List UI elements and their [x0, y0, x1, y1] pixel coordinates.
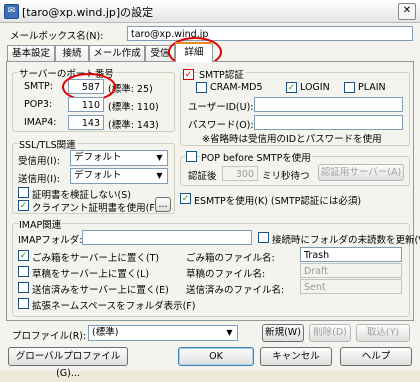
cancel-button[interactable]: キャンセル: [260, 347, 332, 366]
chevron-down-icon: ▼: [226, 328, 233, 337]
imap4-port-default: (標準: 143): [108, 120, 159, 131]
pop-before-title: POP before SMTPを使用: [200, 150, 312, 164]
global-profile-button[interactable]: グローバルプロファイル(G)...: [8, 347, 128, 379]
profile-value: (標準): [92, 327, 119, 338]
login-label: LOGIN: [300, 82, 330, 93]
unread-on-connect-checkbox[interactable]: [258, 232, 269, 243]
pop3-port-input[interactable]: 110: [68, 97, 104, 112]
sent-file-input[interactable]: Sent: [300, 279, 402, 294]
ssl-send-select[interactable]: デフォルト ▼: [70, 168, 168, 184]
tab-advanced[interactable]: 詳細: [175, 42, 213, 62]
settings-window: ✉ [taro@xp.wind.jp]の設定 ✕ メールボックス名(N): ta…: [0, 0, 420, 379]
plain-label: PLAIN: [358, 82, 386, 93]
smtp-port-label: SMTP:: [24, 81, 53, 92]
login-checkbox[interactable]: ✓: [286, 82, 297, 93]
ssl-group-title: SSL/TLS関連: [18, 137, 77, 151]
drafts-on-server-checkbox[interactable]: [18, 266, 29, 277]
close-button[interactable]: ✕: [398, 3, 416, 20]
verify-cert-checkbox[interactable]: [18, 187, 29, 198]
ssl-receive-select[interactable]: デフォルト ▼: [70, 150, 168, 166]
trash-file-input[interactable]: Trash: [300, 247, 402, 262]
chevron-down-icon: ▼: [156, 153, 163, 162]
ms-wait-input[interactable]: 300: [222, 166, 258, 181]
profile-select[interactable]: (標準) ▼: [88, 325, 238, 341]
cram-md5-label: CRAM-MD5: [210, 82, 263, 93]
esmtp-checkbox[interactable]: ✓: [180, 193, 191, 204]
client-cert-browse-button[interactable]: ...: [155, 197, 171, 212]
client-cert-label: クライアント証明書を使用(F): [32, 203, 159, 214]
auth-server-button[interactable]: 認証用サーバー(A): [318, 164, 404, 181]
cram-md5-checkbox[interactable]: [196, 82, 207, 93]
ssl-send-label: 送信用(I):: [18, 174, 60, 185]
password-label: パスワード(O):: [188, 120, 254, 131]
auth-after-label: 認証後: [188, 171, 217, 182]
tab-connection[interactable]: 接続: [55, 45, 89, 61]
app-icon: ✉: [4, 4, 19, 19]
smtp-port-default: (標準: 25): [108, 84, 153, 95]
pop3-port-label: POP3:: [24, 99, 53, 110]
client-cert-checkbox[interactable]: ✓: [18, 200, 29, 211]
tab-compose[interactable]: メール作成: [89, 45, 145, 61]
smtp-auth-checkbox[interactable]: ✓: [183, 69, 194, 80]
user-id-input[interactable]: [254, 97, 403, 112]
smtp-auth-note: ※省略時は受信用のIDとパスワードを使用: [202, 134, 382, 145]
imap4-port-input[interactable]: 143: [68, 115, 104, 130]
trash-file-label: ごみ箱のファイル名:: [186, 253, 275, 264]
imap-group-title: IMAP関連: [18, 217, 63, 231]
esmtp-label: ESMTPを使用(K) (SMTP認証には必須): [194, 196, 362, 207]
chevron-down-icon: ▼: [156, 171, 163, 180]
ssl-receive-label: 受信用(I):: [18, 156, 60, 167]
mailbox-name-input[interactable]: taro@xp.wind.jp: [127, 26, 413, 41]
imap-folder-input[interactable]: [82, 230, 252, 245]
sent-file-label: 送信済みのファイル名:: [186, 285, 285, 296]
pop3-port-default: (標準: 110): [108, 102, 159, 113]
window-title: [taro@xp.wind.jp]の設定: [22, 6, 154, 19]
sent-on-server-checkbox[interactable]: [18, 282, 29, 293]
tab-receive[interactable]: 受信: [145, 45, 175, 61]
profile-label: プロファイル(R):: [12, 331, 87, 342]
help-button[interactable]: ヘルプ: [340, 347, 412, 366]
extend-namespace-checkbox[interactable]: [18, 298, 29, 309]
profile-new-button[interactable]: 新規(W): [262, 324, 304, 342]
sent-on-server-label: 送信済みをサーバー上に置く(E): [32, 285, 169, 296]
imap4-port-label: IMAP4:: [24, 117, 57, 128]
imap-folder-label: IMAPフォルダ:: [18, 235, 83, 246]
ports-group-title: サーバーのポート番号: [18, 66, 115, 80]
trash-on-server-label: ごみ箱をサーバー上に置く(T): [32, 253, 160, 264]
password-input[interactable]: [254, 115, 403, 130]
ms-wait-label: ミリ秒待つ: [262, 171, 310, 182]
trash-on-server-checkbox[interactable]: ✓: [18, 250, 29, 261]
extend-namespace-label: 拡張ネームスペースをフォルダ表示(F): [32, 301, 196, 312]
drafts-on-server-label: 草稿をサーバー上に置く(L): [32, 269, 150, 280]
mailbox-label: メールボックス名(N):: [10, 31, 104, 42]
title-bar: ✉ [taro@xp.wind.jp]の設定 ✕: [0, 0, 420, 23]
drafts-file-input[interactable]: Draft: [300, 263, 402, 278]
smtp-port-input[interactable]: 587: [68, 79, 104, 94]
smtp-auth-title: SMTP認証: [198, 67, 245, 81]
plain-checkbox[interactable]: [344, 82, 355, 93]
profile-import-button[interactable]: 取込(Y): [356, 324, 410, 342]
verify-cert-label: 証明書を検証しない(S): [32, 190, 131, 201]
pop-before-checkbox[interactable]: [186, 151, 197, 162]
unread-on-connect-label: 接続時にフォルダの未読数を更新(V): [272, 235, 420, 246]
drafts-file-label: 草稿のファイル名:: [186, 269, 266, 280]
user-id-label: ユーザーID(U):: [188, 102, 254, 113]
ok-button[interactable]: OK: [178, 347, 254, 366]
ssl-send-value: デフォルト: [74, 170, 122, 181]
ssl-receive-value: デフォルト: [74, 152, 122, 163]
tab-basic[interactable]: 基本設定: [7, 45, 55, 61]
profile-delete-button[interactable]: 削除(D): [309, 324, 351, 342]
